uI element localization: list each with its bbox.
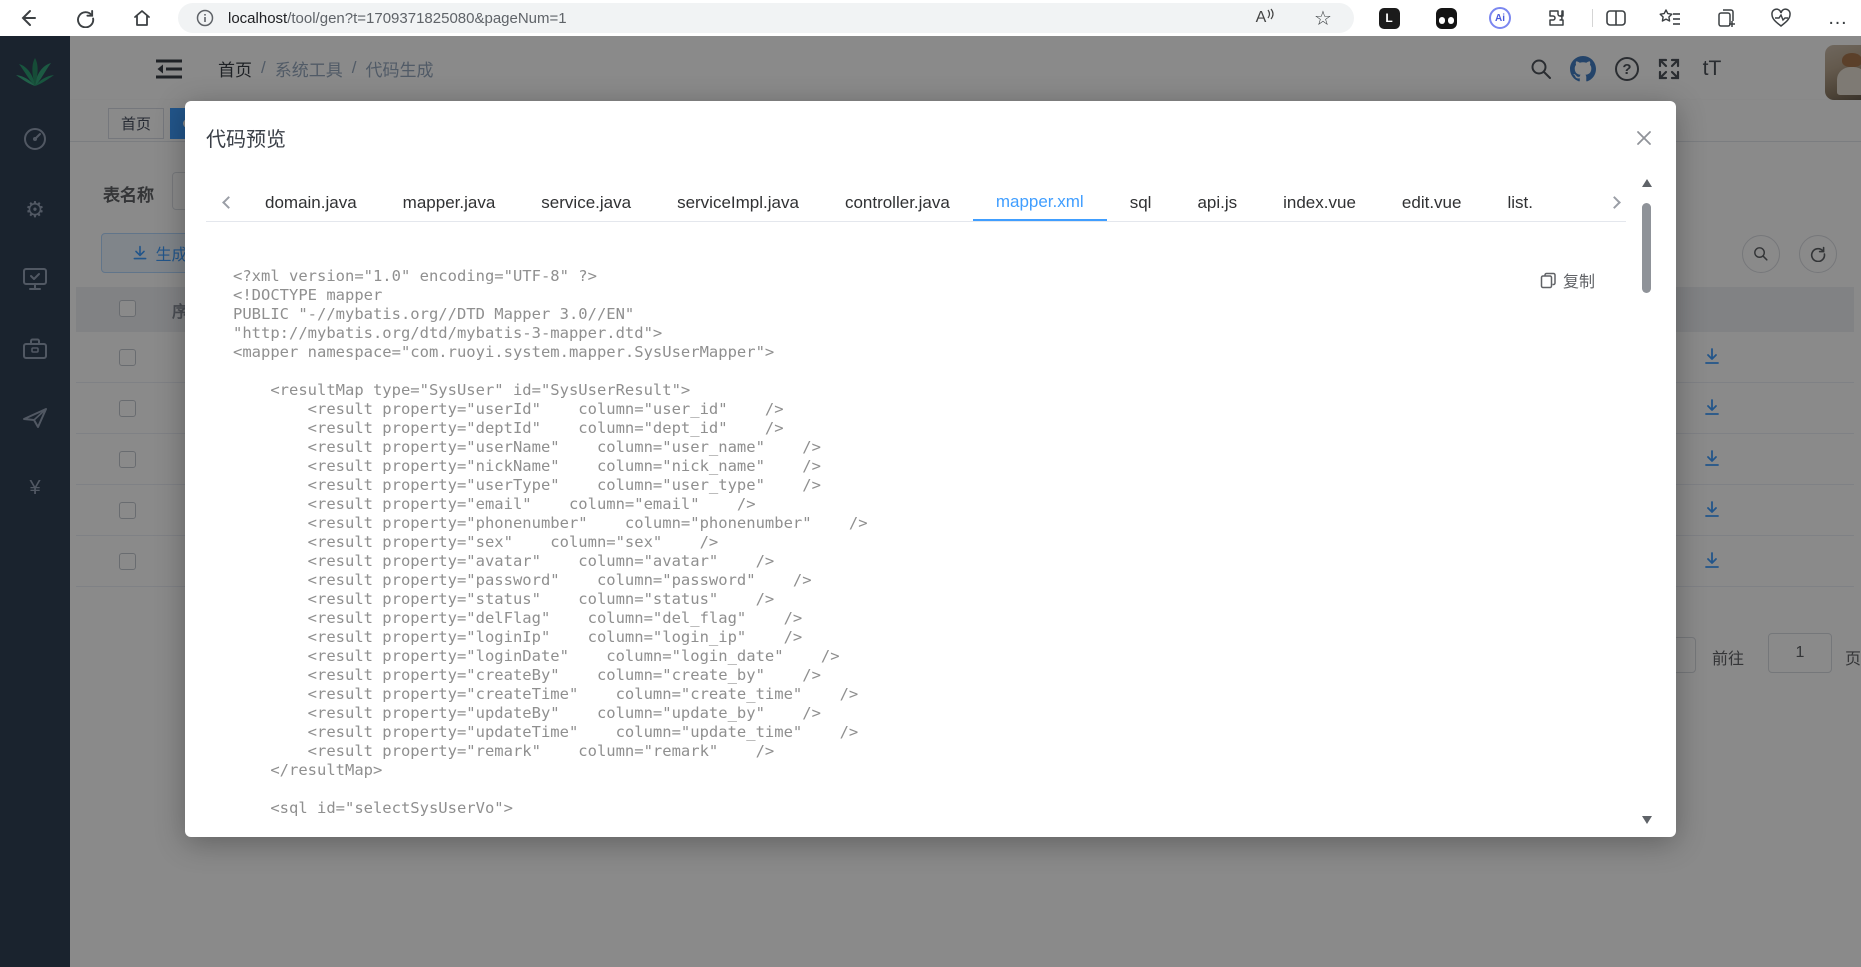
- file-tab-api-js[interactable]: api.js: [1174, 185, 1260, 221]
- file-tab-controller-java[interactable]: controller.java: [822, 185, 973, 221]
- browser-essentials-button[interactable]: [1769, 0, 1793, 36]
- code-line: <result property="avatar" column="avatar…: [233, 552, 775, 570]
- code-line: <result property="createTime" column="cr…: [233, 685, 859, 703]
- code-line: <result property="phonenumber" column="p…: [233, 514, 868, 532]
- scrollbar-thumb[interactable]: [1642, 203, 1651, 293]
- file-tab-mapper-xml[interactable]: mapper.xml: [972, 185, 1107, 221]
- file-tab-serviceImpl-java[interactable]: serviceImpl.java: [654, 185, 822, 221]
- chevron-left-icon: [222, 196, 235, 209]
- favorite-star-button[interactable]: ☆: [1311, 0, 1335, 36]
- dialog-close-button[interactable]: [1631, 125, 1657, 151]
- file-tab-list[interactable]: list.: [1484, 185, 1556, 221]
- code-line: <result property="userType" column="user…: [233, 476, 821, 494]
- code-line: <result property="sex" column="sex" />: [233, 533, 719, 551]
- code-line: <result property="password" column="pass…: [233, 571, 812, 589]
- code-viewer[interactable]: <?xml version="1.0" encoding="UTF-8" ?> <…: [233, 267, 1613, 827]
- code-line: <mapper namespace="com.ruoyi.system.mapp…: [233, 343, 775, 361]
- file-tabs-bar: domain.java mapper.java service.java servic…: [206, 185, 1626, 222]
- split-screen-button[interactable]: [1604, 0, 1628, 36]
- scroll-down-arrow-icon[interactable]: [1642, 816, 1652, 824]
- file-tab-mapper-java[interactable]: mapper.java: [380, 185, 519, 221]
- url-text[interactable]: localhost/tool/gen?t=1709371825080&pageN…: [228, 0, 567, 36]
- code-line: <result property="userName" column="user…: [233, 438, 821, 456]
- tabs-scroll-left-button[interactable]: [220, 194, 235, 212]
- favorites-list-icon: [1659, 9, 1680, 25]
- code-line: <resultMap type="SysUser" id="SysUserRes…: [233, 381, 691, 399]
- copilot-sidebar-button[interactable]: [1715, 0, 1739, 36]
- puzzle-icon: [1549, 10, 1564, 26]
- dialog-scrollbar[interactable]: [1641, 176, 1653, 836]
- code-line: <sql id="selectSysUserVo">: [233, 799, 513, 817]
- file-tab-domain-java[interactable]: domain.java: [242, 185, 380, 221]
- dots-extension-icon: [1435, 7, 1457, 29]
- browser-settings-button[interactable]: …: [1826, 0, 1850, 36]
- app-window: ⚙ ¥ 首页 / 系统工具 / 代码生成 ? tT 首页 表名称 请输入表名称 …: [0, 36, 1861, 967]
- close-icon: [1637, 131, 1651, 145]
- code-line: "http://mybatis.org/dtd/mybatis-3-mapper…: [233, 324, 663, 342]
- scroll-up-arrow-icon[interactable]: [1642, 179, 1652, 187]
- url-path: /tool/gen?t=1709371825080&pageNum=1: [287, 9, 567, 27]
- code-line: <result property="email" column="email" …: [233, 495, 756, 513]
- site-info-icon[interactable]: [193, 0, 217, 36]
- code-line: <result property="updateBy" column="upda…: [233, 704, 821, 722]
- url-host: localhost: [228, 9, 288, 27]
- code-line: <result property="status" column="status…: [233, 590, 775, 608]
- read-aloud-button[interactable]: A: [1253, 0, 1277, 36]
- browser-back-button[interactable]: [16, 0, 40, 36]
- browser-refresh-button[interactable]: [73, 0, 97, 36]
- code-line: <result property="userId" column="user_i…: [233, 400, 784, 418]
- back-arrow-icon: [21, 10, 36, 26]
- refresh-icon: [76, 9, 94, 28]
- screen: localhost/tool/gen?t=1709371825080&pageN…: [0, 0, 1861, 967]
- code-line: <result property="nickName" column="nick…: [233, 457, 821, 475]
- chevron-right-icon: [1608, 196, 1621, 209]
- code-line: <result property="loginDate" column="log…: [233, 647, 840, 665]
- collections-button[interactable]: [1658, 0, 1682, 36]
- split-screen-icon: [1606, 10, 1626, 26]
- code-line: <result property="delFlag" column="del_f…: [233, 609, 803, 627]
- file-tab-edit-vue[interactable]: edit.vue: [1379, 185, 1485, 221]
- pages-plus-icon: [1718, 9, 1735, 27]
- browser-home-button[interactable]: [130, 0, 154, 36]
- extension-l-button[interactable]: L: [1377, 0, 1401, 36]
- code-line: <result property="updateTime" column="up…: [233, 723, 859, 741]
- file-tabs: domain.java mapper.java service.java servic…: [242, 185, 1556, 221]
- more-options-icon: …: [1827, 6, 1849, 29]
- code-line: PUBLIC "-//mybatis.org//DTD Mapper 3.0//…: [233, 305, 635, 323]
- browser-toolbar: localhost/tool/gen?t=1709371825080&pageN…: [0, 0, 1861, 36]
- code-line: </resultMap>: [233, 761, 383, 779]
- home-icon: [134, 10, 150, 26]
- code-line: <result property="remark" column="remark…: [233, 742, 775, 760]
- star-icon: ☆: [1314, 7, 1332, 30]
- code-line: <result property="deptId" column="dept_i…: [233, 419, 784, 437]
- file-tab-index-vue[interactable]: index.vue: [1260, 185, 1379, 221]
- code-line: <?xml version="1.0" encoding="UTF-8" ?>: [233, 267, 597, 285]
- extension-dots-button[interactable]: [1434, 0, 1458, 36]
- file-tab-service-java[interactable]: service.java: [518, 185, 654, 221]
- code-preview-dialog: 代码预览 domain.java mapper.java service.java s…: [185, 101, 1676, 837]
- toolbar-divider: [1592, 9, 1593, 27]
- read-aloud-icon: A: [1255, 9, 1267, 26]
- tabs-scroll-right-button[interactable]: [1608, 194, 1624, 212]
- code-line: <!DOCTYPE mapper: [233, 286, 383, 304]
- code-line: <result property="loginIp" column="login…: [233, 628, 803, 646]
- ai-extension-icon: Ai: [1489, 7, 1511, 29]
- extension-ai-button[interactable]: Ai: [1488, 0, 1512, 36]
- file-tab-sql[interactable]: sql: [1107, 185, 1175, 221]
- heart-pulse-icon: [1771, 8, 1791, 27]
- l-extension-icon: L: [1378, 7, 1400, 29]
- extensions-menu-button[interactable]: [1544, 0, 1568, 36]
- code-line: <result property="createBy" column="crea…: [233, 666, 821, 684]
- dialog-title: 代码预览: [206, 129, 286, 151]
